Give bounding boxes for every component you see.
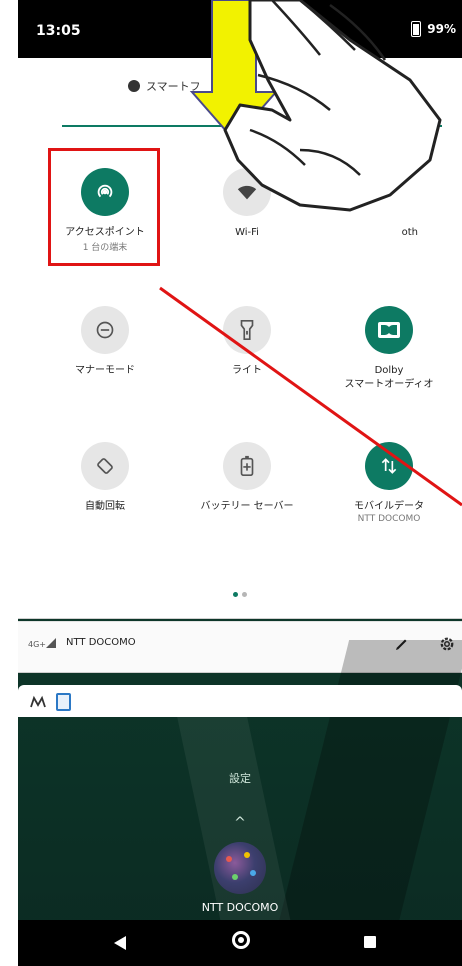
notification-strip[interactable]: [18, 685, 462, 717]
tile-bluetooth-label: oth: [401, 227, 418, 238]
notification-icons: [30, 693, 71, 711]
brightness-label: スマートフ: [146, 80, 201, 93]
recent-apps-icon[interactable]: [364, 936, 376, 948]
tile-auto-rotate-label: 自動回転: [85, 501, 125, 512]
navigation-bar: [18, 920, 462, 966]
do-not-disturb-icon: [81, 306, 129, 354]
brightness-icon: [128, 80, 140, 92]
phone-screen: 13:05 99% スマートフ アクセスポイント 1 台の端末 Wi-Fi ot…: [18, 0, 462, 966]
status-time: 13:05: [36, 23, 81, 39]
auto-rotate-icon: [81, 442, 129, 490]
home-folder-label[interactable]: 設定: [18, 770, 462, 786]
signal-icon: [46, 638, 56, 648]
tile-dolby[interactable]: Dolby スマートオーディオ: [320, 306, 458, 391]
tile-wifi[interactable]: Wi-Fi: [178, 168, 316, 240]
back-icon[interactable]: [114, 936, 126, 950]
page-dot-active: [233, 592, 238, 597]
wifi-icon: [223, 168, 271, 216]
battery-indicator: 99%: [411, 21, 456, 37]
tile-battery-saver-label: バッテリー セーバー: [200, 501, 294, 512]
docomo-app-icon[interactable]: [214, 842, 266, 894]
tile-flashlight-label: ライト: [232, 365, 262, 376]
tile-flashlight[interactable]: ライト: [178, 306, 316, 378]
app-drawer-chevron-icon[interactable]: ^: [18, 815, 462, 831]
docomo-app-label: NTT DOCOMO: [201, 901, 279, 914]
document-notification-icon: [56, 693, 71, 711]
tile-bluetooth[interactable]: oth: [320, 168, 458, 240]
dolby-icon: [365, 306, 413, 354]
tile-battery-saver[interactable]: バッテリー セーバー: [178, 442, 316, 514]
brightness-slider-thumb[interactable]: [396, 116, 418, 138]
tile-mobile-data-sublabel: NTT DOCOMO: [357, 513, 421, 524]
page-dot-inactive: [242, 592, 247, 597]
brightness-row: スマートフ: [18, 68, 462, 138]
tile-mobile-data[interactable]: モバイルデータ NTT DOCOMO: [320, 442, 458, 524]
network-type: 4G+: [28, 640, 46, 649]
page-indicator: [18, 582, 462, 601]
home-icon[interactable]: [232, 931, 250, 949]
tile-manner-mode-label: マナーモード: [75, 365, 135, 376]
tile-auto-rotate[interactable]: 自動回転: [36, 442, 174, 514]
quick-settings-panel: スマートフ アクセスポイント 1 台の端末 Wi-Fi oth マナーモード ラ…: [18, 58, 462, 673]
adaptive-brightness-label: スマートフ: [128, 78, 201, 94]
tile-mobile-data-label: モバイルデータ: [354, 501, 424, 512]
m-notification-icon: [30, 695, 46, 708]
mobile-data-icon: [365, 442, 413, 490]
annotation-highlight-box: [48, 148, 160, 266]
battery-percent: 99%: [427, 22, 456, 36]
battery-saver-icon: [223, 442, 271, 490]
carrier-name: NTT DOCOMO: [66, 637, 136, 648]
status-bar: 13:05 99%: [18, 0, 462, 58]
tile-wifi-label: Wi-Fi: [235, 227, 259, 238]
brightness-slider-track[interactable]: [62, 125, 442, 127]
battery-icon: [411, 21, 422, 37]
tile-dolby-label: Dolby スマートオーディオ: [344, 365, 434, 390]
tile-manner-mode[interactable]: マナーモード: [36, 306, 174, 378]
flashlight-icon: [223, 306, 271, 354]
